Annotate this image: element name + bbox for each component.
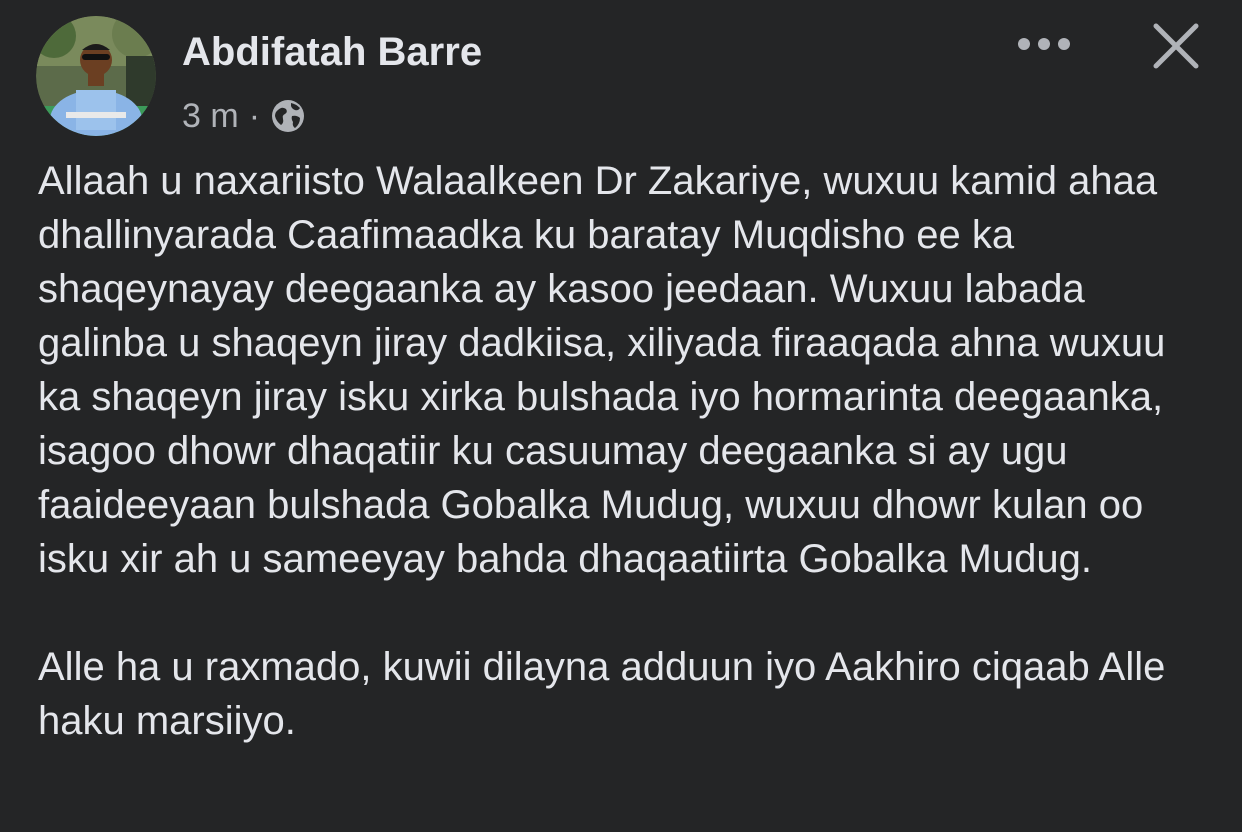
meta-separator: ·	[248, 96, 261, 135]
close-icon	[1153, 23, 1199, 69]
post-meta: 3 m ·	[182, 94, 306, 138]
post-paragraph: Alle ha u raxmado, kuwii dilayna adduun …	[38, 645, 1166, 743]
avatar[interactable]	[36, 16, 156, 136]
more-horizontal-icon	[1018, 38, 1070, 50]
post-time[interactable]: 3 m	[182, 97, 239, 136]
post-paragraph: Allaah u naxariisto Walaalkeen Dr Zakari…	[38, 159, 1166, 581]
avatar-photo	[36, 16, 156, 136]
close-button[interactable]	[1150, 20, 1202, 72]
globe-icon[interactable]	[270, 98, 306, 134]
more-options-button[interactable]	[1012, 24, 1076, 64]
post-view: Abdifatah Barre 3 m · Allaah u naxariist…	[0, 0, 1242, 832]
author-name[interactable]: Abdifatah Barre	[182, 28, 482, 76]
post-body: Allaah u naxariisto Walaalkeen Dr Zakari…	[38, 154, 1218, 748]
